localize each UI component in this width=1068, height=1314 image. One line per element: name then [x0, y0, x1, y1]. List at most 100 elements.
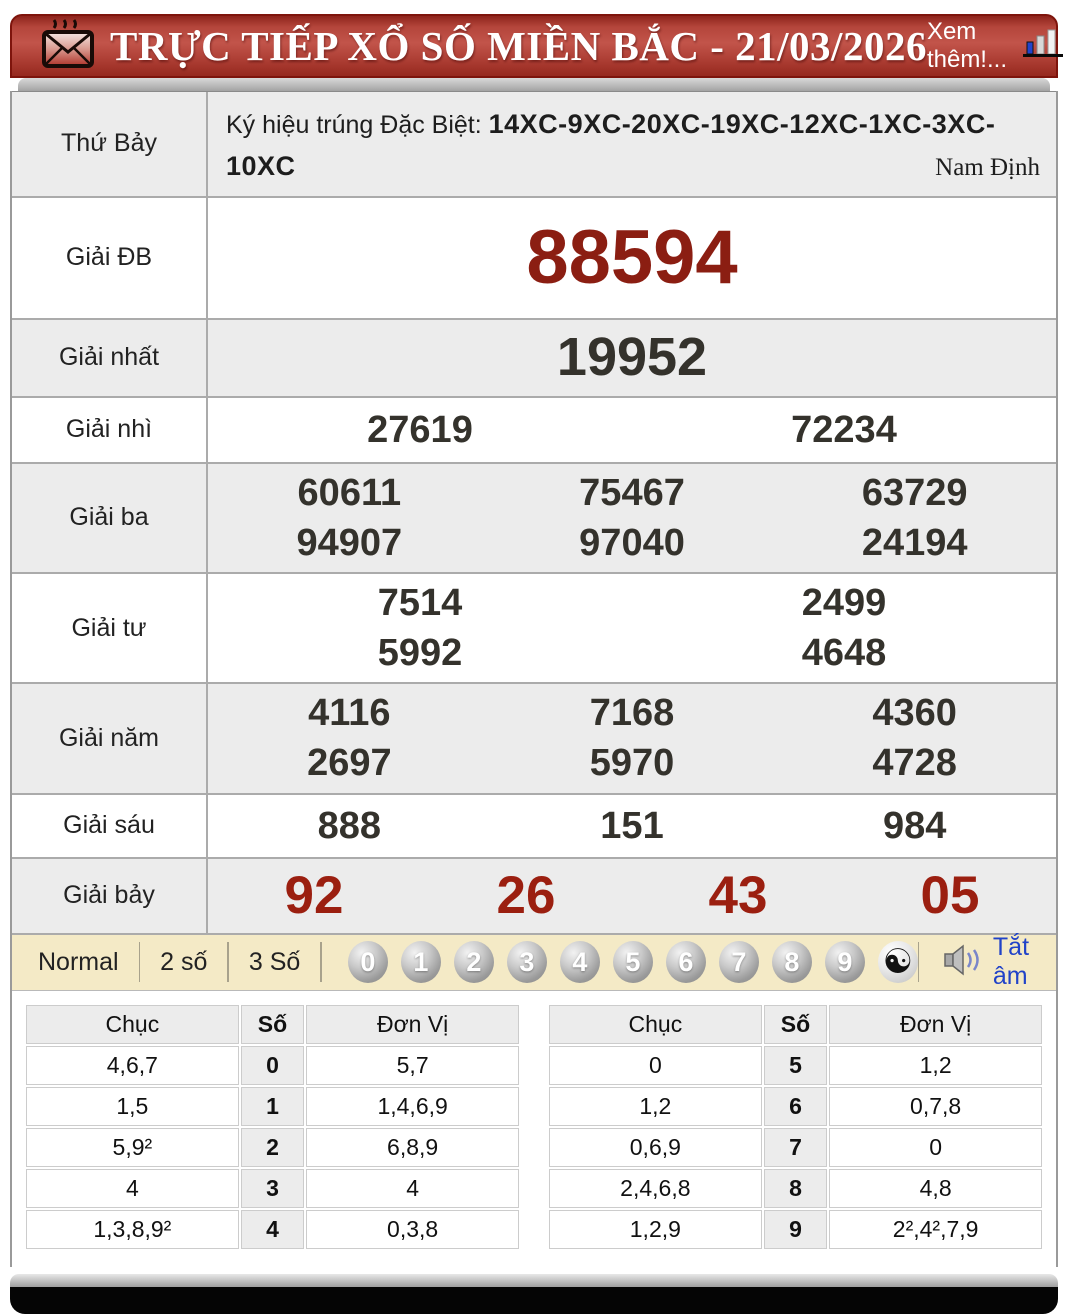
- prize-number: 24194: [861, 521, 968, 564]
- bar-chart-icon[interactable]: [1021, 26, 1065, 67]
- prize-number: 888: [317, 804, 382, 847]
- footer-strip: [10, 1273, 1058, 1287]
- col-header-so: Số: [763, 1004, 828, 1044]
- prize-label: Giải ba: [12, 463, 208, 572]
- prize-label: Giải nhì: [12, 397, 208, 462]
- prize-label: Giải bảy: [12, 858, 208, 933]
- so-cell: 3: [240, 1168, 305, 1208]
- prize-number: 75467: [579, 471, 685, 514]
- donvi-cell: 0: [829, 1127, 1042, 1167]
- col-header-donvi: Đơn Vị: [829, 1004, 1042, 1044]
- col-header-donvi: Đơn Vị: [306, 1004, 519, 1044]
- chuc-cell: 1,2: [549, 1086, 762, 1126]
- province-name: Nam Định: [935, 153, 1040, 181]
- prize-row-first: Giải nhất 19952: [12, 319, 1056, 398]
- toolbar: Normal 2 số 3 Số 0 1 2 3 4 5 6 7 8 9 ☯ T…: [12, 933, 1056, 991]
- number-ball-0[interactable]: 0: [347, 941, 388, 984]
- mode-button-3so[interactable]: 3 Số: [229, 948, 320, 977]
- number-ball-3[interactable]: 3: [506, 941, 547, 984]
- divider: [320, 942, 322, 983]
- page-title: TRỰC TIẾP XỔ SỐ MIỀN BẮC - 21/03/2026: [110, 23, 927, 69]
- prize-row-second: Giải nhì 27619 72234: [12, 397, 1056, 464]
- stats-row: 2,4,6,8 8 4,8: [549, 1168, 1042, 1208]
- mute-button[interactable]: Tắt âm: [917, 933, 1050, 991]
- so-cell: 6: [763, 1086, 828, 1126]
- mode-button-normal[interactable]: Normal: [18, 948, 139, 977]
- so-cell: 2: [240, 1127, 305, 1167]
- prize-number: 92: [284, 865, 344, 925]
- stats-row: 0 5 1,2: [549, 1045, 1042, 1085]
- chuc-cell: 5,9²: [26, 1127, 239, 1167]
- prize-number: 43: [708, 865, 768, 925]
- prize-row-sixth: Giải sáu 888 151 984: [12, 794, 1056, 859]
- prize-number: 4360: [872, 692, 957, 735]
- prize-row-special: Giải ĐB 88594: [12, 197, 1056, 320]
- prize-number: 94907: [296, 521, 403, 564]
- prize-label: Giải nhất: [12, 319, 208, 396]
- so-cell: 4: [240, 1209, 305, 1249]
- yin-yang-ball[interactable]: ☯: [877, 941, 918, 984]
- prize-row-third: Giải ba 60611 75467 63729 94907 97040 24…: [12, 463, 1056, 574]
- prize-number: 97040: [579, 521, 685, 564]
- donvi-cell: 4,8: [829, 1168, 1042, 1208]
- prize-label: Giải năm: [12, 684, 208, 793]
- stats-row: 1,2,9 9 2²,4²,7,9: [549, 1209, 1042, 1249]
- prize-label: Giải sáu: [12, 794, 208, 857]
- so-cell: 9: [763, 1209, 828, 1249]
- stats-row: 4 3 4: [26, 1168, 519, 1208]
- prize-number: 2499: [801, 582, 887, 624]
- donvi-cell: 5,7: [306, 1045, 519, 1085]
- donvi-cell: 0,7,8: [829, 1086, 1042, 1126]
- chuc-cell: 1,2,9: [549, 1209, 762, 1249]
- so-cell: 7: [763, 1127, 828, 1167]
- number-ball-row: 0 1 2 3 4 5 6 7 8 9 ☯: [347, 941, 918, 984]
- number-ball-8[interactable]: 8: [771, 941, 812, 984]
- lottery-widget: TRỰC TIẾP XỔ SỐ MIỀN BẮC - 21/03/2026 Xe…: [0, 0, 1068, 1314]
- divider: [917, 942, 919, 983]
- stats-row: 1,5 1 1,4,6,9: [26, 1086, 519, 1126]
- prize-number: 19952: [556, 327, 708, 388]
- chuc-cell: 4,6,7: [26, 1045, 239, 1085]
- donvi-cell: 1,4,6,9: [306, 1086, 519, 1126]
- prize-row-fourth: Giải tư 7514 2499 5992 4648: [12, 574, 1056, 685]
- stats-row: 0,6,9 7 0: [549, 1127, 1042, 1167]
- see-more-label: Xem thêm!...: [926, 18, 1007, 73]
- prize-number: 63729: [861, 471, 968, 514]
- stats-row: 1,2 6 0,7,8: [549, 1086, 1042, 1126]
- mode-button-2so[interactable]: 2 số: [140, 948, 227, 977]
- number-ball-7[interactable]: 7: [718, 941, 759, 984]
- so-cell: 1: [240, 1086, 305, 1126]
- chuc-cell: 1,5: [26, 1086, 239, 1126]
- number-ball-1[interactable]: 1: [400, 941, 441, 984]
- number-ball-5[interactable]: 5: [612, 941, 653, 984]
- donvi-cell: 1,2: [829, 1045, 1042, 1085]
- prize-number: 72234: [791, 408, 897, 451]
- col-header-chuc: Chục: [26, 1004, 239, 1044]
- stats-row: 1,3,8,9² 4 0,3,8: [26, 1209, 519, 1249]
- prize-number: 60611: [297, 471, 402, 514]
- so-cell: 0: [240, 1045, 305, 1085]
- so-cell: 5: [763, 1045, 828, 1085]
- number-ball-9[interactable]: 9: [824, 941, 865, 984]
- col-header-so: Số: [240, 1004, 305, 1044]
- symbol-prefix: Ký hiệu trúng Đặc Biệt:: [226, 111, 489, 139]
- number-ball-4[interactable]: 4: [559, 941, 600, 984]
- header-shadow-strip: [18, 78, 1050, 91]
- prize-number: 151: [600, 804, 664, 847]
- number-ball-2[interactable]: 2: [453, 941, 494, 984]
- so-cell: 8: [763, 1168, 828, 1208]
- donvi-cell: 0,3,8: [306, 1209, 519, 1249]
- results-table: Thứ Bảy Ký hiệu trúng Đặc Biệt: 14XC-9XC…: [12, 91, 1056, 935]
- prize-number: 7514: [377, 582, 463, 624]
- see-more-link[interactable]: Xem thêm!...: [927, 18, 1065, 74]
- stats-row: 4,6,7 0 5,7: [26, 1045, 519, 1085]
- donvi-cell: 4: [306, 1168, 519, 1208]
- col-header-chuc: Chục: [549, 1004, 762, 1044]
- prize-label: Giải tư: [12, 574, 208, 683]
- prize-number: 4728: [872, 742, 957, 785]
- prize-label: Giải ĐB: [12, 197, 208, 318]
- donvi-cell: 2²,4²,7,9: [829, 1209, 1042, 1249]
- prize-row-fifth: Giải năm 4116 7168 4360 2697 5970 4728: [12, 684, 1056, 795]
- number-ball-6[interactable]: 6: [665, 941, 706, 984]
- prize-number: 27619: [367, 408, 473, 451]
